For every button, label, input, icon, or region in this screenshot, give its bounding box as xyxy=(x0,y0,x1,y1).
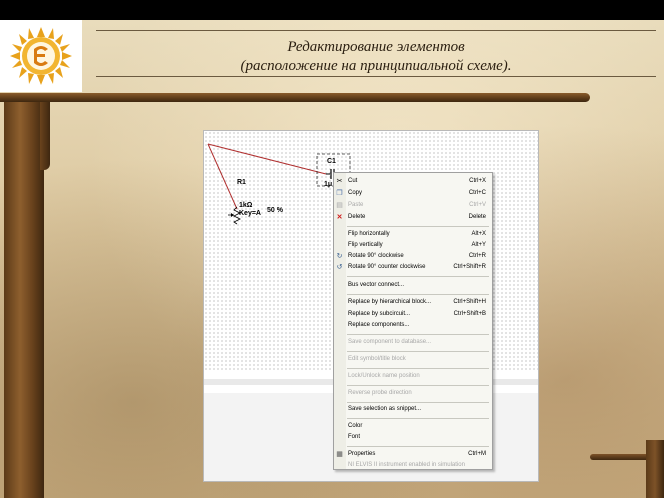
menu-item-delete-shortcut: Delete xyxy=(468,214,486,220)
menu-item-rotate-clockwise-label: Rotate 90° clockwise xyxy=(348,253,404,259)
menu-separator xyxy=(347,351,489,352)
properties-icon: ▦ xyxy=(336,451,343,458)
menu-separator xyxy=(347,418,489,419)
menu-item-copy-shortcut: Ctrl+C xyxy=(468,190,486,196)
wooden-stick-right xyxy=(646,440,664,498)
top-black-band xyxy=(0,0,664,20)
menu-item-ni-elvis[interactable]: NI ELVIS II instrument enabled in simula… xyxy=(334,461,492,470)
menu-item-reverse-probe[interactable]: Reverse probe direction xyxy=(334,389,492,398)
menu-item-color[interactable]: Color xyxy=(334,422,492,431)
menu-separator xyxy=(347,334,489,335)
menu-item-bus-vector-connect-label: Bus vector connect... xyxy=(348,282,405,288)
menu-item-cut-label: Cut xyxy=(348,178,358,184)
menu-item-flip-vertically[interactable]: Flip vertically Alt+Y xyxy=(334,241,492,250)
title-rule-top xyxy=(96,30,656,31)
menu-item-save-snippet-label: Save selection as snippet... xyxy=(348,406,422,412)
menu-item-replace-components[interactable]: Replace components... xyxy=(334,321,492,330)
title-rule-bottom xyxy=(96,76,656,77)
menu-item-replace-subcircuit-label: Replace by subcircuit... xyxy=(348,311,411,317)
menu-item-replace-subcircuit-shortcut: Ctrl+Shift+B xyxy=(453,311,486,317)
menu-item-copy[interactable]: ❐ Copy Ctrl+C xyxy=(334,189,492,198)
slide-title-line1: Редактирование элементов xyxy=(287,39,465,55)
menu-item-rotate-counterclockwise-label: Rotate 90° counter clockwise xyxy=(348,264,426,270)
logo-box xyxy=(0,20,82,92)
menu-item-save-component-label: Save component to database... xyxy=(348,339,432,345)
slide-title-line2: (расположение на принципиальной схеме). xyxy=(240,58,512,74)
resistor-value: 1kΩ xyxy=(239,202,253,209)
menu-item-flip-horizontally-shortcut: Alt+X xyxy=(471,231,486,237)
menu-item-ni-elvis-label: NI ELVIS II instrument enabled in simula… xyxy=(348,462,465,468)
copy-icon: ❐ xyxy=(336,190,343,197)
menu-separator xyxy=(347,368,489,369)
menu-item-properties-label: Properties xyxy=(348,451,376,457)
menu-item-replace-components-label: Replace components... xyxy=(348,322,410,328)
wire-left[interactable] xyxy=(207,143,238,210)
menu-item-rotate-counterclockwise-shortcut: Ctrl+Shift+R xyxy=(453,264,486,270)
rotate-counterclockwise-icon: ↺ xyxy=(336,264,343,271)
menu-item-replace-subcircuit[interactable]: Replace by subcircuit... Ctrl+Shift+B xyxy=(334,310,492,319)
menu-separator xyxy=(347,226,489,227)
scissors-icon: ✂ xyxy=(336,178,343,185)
wire-top[interactable] xyxy=(207,143,327,175)
resistor-key: Key=A xyxy=(239,210,261,217)
menu-item-save-snippet[interactable]: Save selection as snippet... xyxy=(334,405,492,414)
menu-item-paste-label: Paste xyxy=(348,202,364,208)
menu-item-paste-shortcut: Ctrl+V xyxy=(469,202,486,208)
context-menu: ✂ Cut Ctrl+X ❐ Copy Ctrl+C ▤ Paste Ctrl+… xyxy=(333,172,493,470)
menu-item-edit-symbol-label: Edit symbol/title block xyxy=(348,356,406,362)
resistor-label: R1 xyxy=(237,179,246,186)
menu-item-rotate-clockwise-shortcut: Ctrl+R xyxy=(468,253,486,259)
sun-logo-icon xyxy=(10,27,72,85)
menu-item-edit-symbol[interactable]: Edit symbol/title block xyxy=(334,355,492,364)
menu-item-lock-name-position[interactable]: Lock/Unlock name position xyxy=(334,372,492,381)
delete-x-icon: ✕ xyxy=(336,214,343,221)
menu-item-replace-hierarchical-label: Replace by hierarchical block... xyxy=(348,299,432,305)
wooden-stick-vertical xyxy=(4,96,44,498)
menu-item-rotate-counterclockwise[interactable]: ↺ Rotate 90° counter clockwise Ctrl+Shif… xyxy=(334,263,492,272)
menu-item-font-label: Font xyxy=(348,434,361,440)
wooden-stick-knot xyxy=(40,100,50,170)
menu-item-properties-shortcut: Ctrl+M xyxy=(468,451,486,457)
menu-item-reverse-probe-label: Reverse probe direction xyxy=(348,390,412,396)
menu-item-replace-hierarchical-shortcut: Ctrl+Shift+H xyxy=(453,299,486,305)
slide-title: Редактирование элементов (расположение н… xyxy=(96,38,656,76)
menu-separator xyxy=(347,402,489,403)
menu-item-flip-vertically-label: Flip vertically xyxy=(348,242,383,248)
menu-item-copy-label: Copy xyxy=(348,190,363,196)
menu-separator xyxy=(347,446,489,447)
menu-item-properties[interactable]: ▦ Properties Ctrl+M xyxy=(334,450,492,459)
menu-item-bus-vector-connect[interactable]: Bus vector connect... xyxy=(334,281,492,290)
menu-item-save-component[interactable]: Save component to database... xyxy=(334,338,492,347)
menu-item-rotate-clockwise[interactable]: ↻ Rotate 90° clockwise Ctrl+R xyxy=(334,252,492,261)
capacitor-label: C1 xyxy=(327,158,336,165)
menu-separator xyxy=(347,276,489,277)
menu-item-paste[interactable]: ▤ Paste Ctrl+V xyxy=(334,201,492,210)
wooden-stick-horizontal xyxy=(0,93,590,102)
menu-item-font[interactable]: Font xyxy=(334,433,492,442)
potentiometer-arrow xyxy=(231,213,234,217)
rotate-clockwise-icon: ↻ xyxy=(336,253,343,260)
paste-icon: ▤ xyxy=(336,202,343,209)
menu-item-flip-horizontally-label: Flip horizontally xyxy=(348,231,390,237)
menu-item-delete-label: Delete xyxy=(348,214,366,220)
capacitor-value: 1μ xyxy=(324,181,333,188)
resistor-percent: 50 % xyxy=(267,207,283,214)
menu-item-cut[interactable]: ✂ Cut Ctrl+X xyxy=(334,177,492,186)
menu-item-color-label: Color xyxy=(348,423,363,429)
menu-item-lock-name-position-label: Lock/Unlock name position xyxy=(348,373,420,379)
menu-item-cut-shortcut: Ctrl+X xyxy=(469,178,486,184)
menu-separator xyxy=(347,294,489,295)
menu-item-flip-horizontally[interactable]: Flip horizontally Alt+X xyxy=(334,230,492,239)
menu-item-flip-vertically-shortcut: Alt+Y xyxy=(471,242,486,248)
menu-item-replace-hierarchical[interactable]: Replace by hierarchical block... Ctrl+Sh… xyxy=(334,298,492,307)
menu-separator xyxy=(347,385,489,386)
menu-item-delete[interactable]: ✕ Delete Delete xyxy=(334,213,492,222)
